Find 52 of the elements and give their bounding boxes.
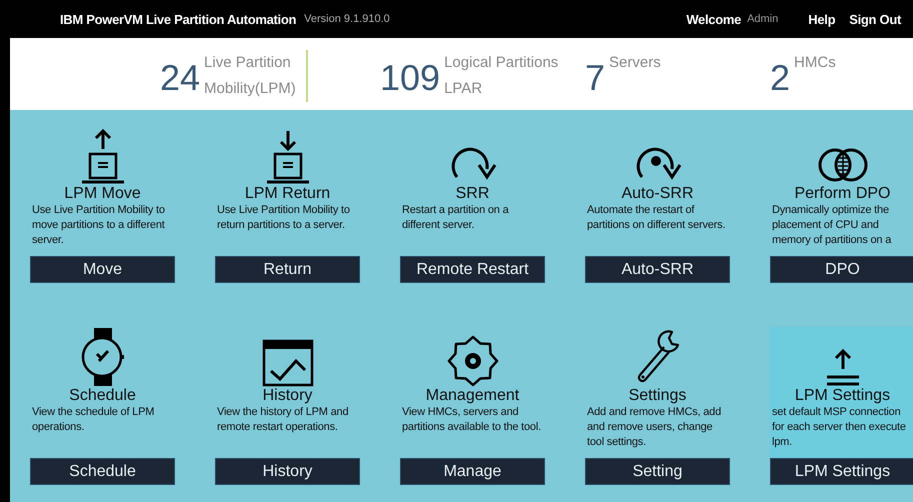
card-description: set default MSP connection for each server then execute lpm.	[771, 405, 907, 449]
card-title: Auto-SRR	[620, 185, 695, 203]
card-title: Perform DPO	[793, 185, 892, 203]
card-description: Add and remove HMCs, add and remove users, change tool settings.	[586, 405, 722, 449]
card-title: SRR	[454, 185, 490, 203]
action-button[interactable]: Move	[30, 256, 175, 283]
card-description: Use Live Partition Mobility to move partitions to a different server.	[31, 203, 166, 247]
action-button[interactable]: Remote Restart	[400, 256, 545, 283]
card-description: Restart a partition on a different server.	[401, 203, 510, 233]
card-title: Management	[424, 387, 520, 405]
stat-label: HMCs	[794, 53, 836, 73]
stat-count: 2	[770, 60, 790, 96]
action-button[interactable]: Auto-SRR	[585, 256, 730, 283]
header-link[interactable]: Help	[808, 12, 836, 26]
version-label: Version 9.1.910.0	[304, 13, 390, 25]
card-description: Automate the restart of partitions on different servers.	[586, 203, 726, 233]
welcome-label: Welcome	[686, 12, 742, 26]
settings-gear-icon	[446, 335, 498, 387]
header-link[interactable]: Sign Out	[849, 12, 901, 26]
upload-laptop-icon	[80, 129, 126, 185]
stat-label: Mobility(LPM)	[204, 79, 296, 99]
action-button[interactable]: DPO	[770, 256, 913, 283]
action-button[interactable]: Setting	[585, 458, 730, 485]
watch-icon	[80, 327, 126, 387]
history-window-icon	[262, 339, 314, 387]
card-title: LPM Move	[63, 185, 142, 203]
download-laptop-icon	[264, 129, 310, 185]
card-description: Use Live Partition Mobility to return partitions to a server.	[216, 203, 351, 233]
stat-label: Logical Partitions	[444, 53, 558, 73]
action-button[interactable]: History	[215, 458, 360, 485]
card-title: History	[262, 387, 314, 405]
action-button[interactable]: Schedule	[30, 458, 175, 485]
card-title: LPM Return	[244, 185, 332, 203]
stat-count: 7	[585, 60, 606, 96]
card-description: View the history of LPM and remote restart operations.	[216, 405, 350, 435]
card-description: View HMCs, servers and partitions available to the tool.	[401, 405, 542, 435]
card-title: Schedule	[68, 387, 137, 405]
card-title: Settings	[628, 387, 688, 405]
app-title: IBM PowerVM Live Partition Automation	[60, 12, 296, 26]
action-button[interactable]: LPM Settings	[770, 458, 913, 485]
stat-count: 109	[380, 60, 440, 100]
action-button[interactable]: Return	[215, 256, 360, 283]
card-description: Dynamically optimize the placement of CPU and memory of partitions on a	[771, 203, 892, 247]
user-name: Admin	[747, 13, 778, 25]
upload-icon	[826, 347, 860, 387]
action-button[interactable]: Manage	[400, 458, 545, 485]
card-title: LPM Settings	[794, 387, 892, 405]
stat-count: 24	[160, 60, 200, 100]
stat-label: LPAR	[444, 79, 484, 99]
stat-label: Live Partition	[204, 53, 292, 73]
stat-label: Servers	[609, 53, 661, 73]
card-description: View the schedule of LPM operations.	[31, 405, 156, 435]
